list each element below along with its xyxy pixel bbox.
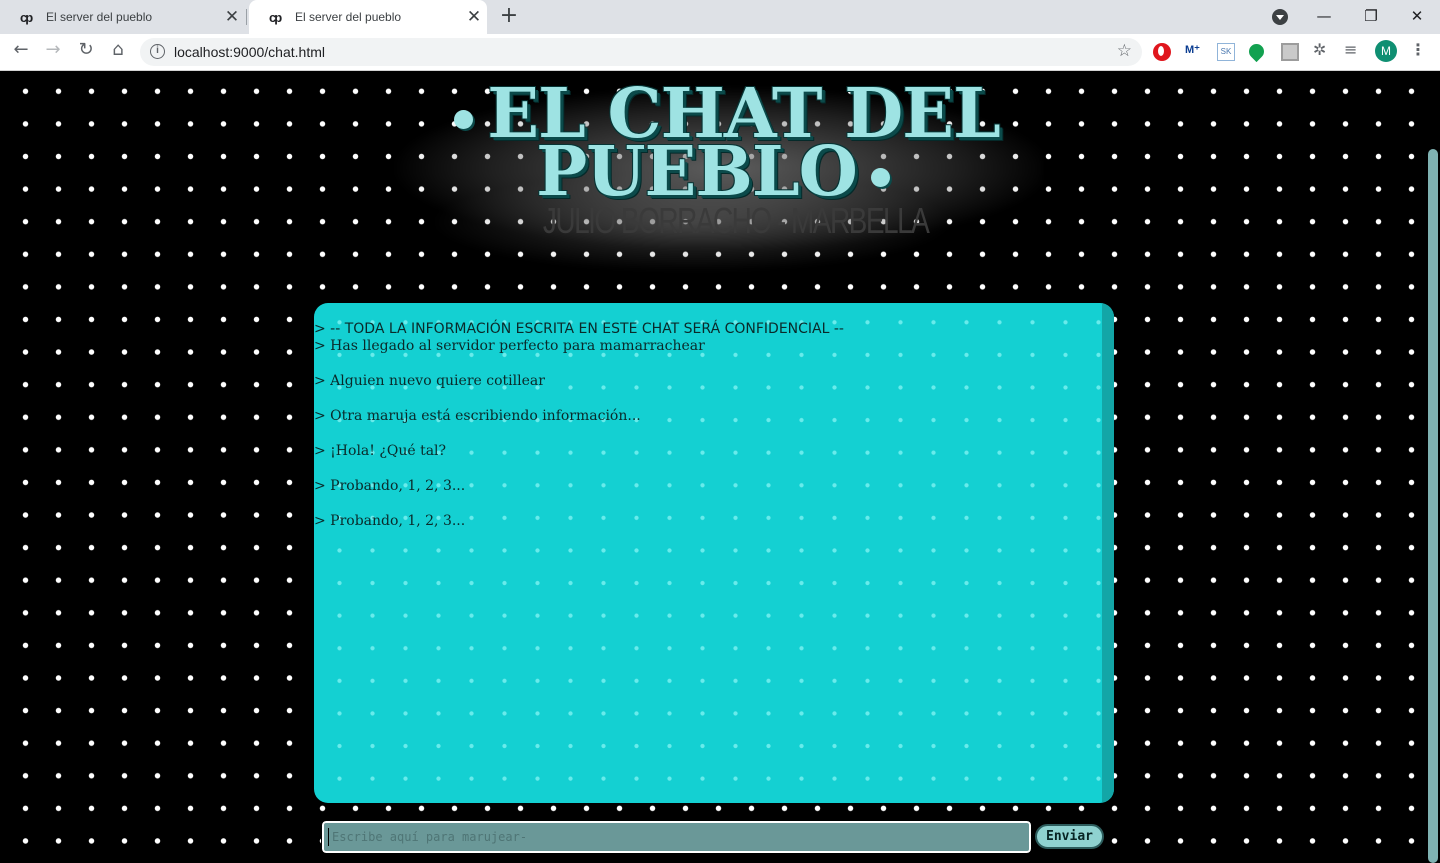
message-list: > -- TODA LA INFORMACIÓN ESCRITA EN ESTE… xyxy=(314,321,1094,531)
extensions-puzzle-icon[interactable]: ✲ xyxy=(1313,40,1331,59)
logo-dot-icon xyxy=(454,110,474,129)
tab-search-icon[interactable] xyxy=(1272,9,1288,25)
home-button[interactable]: ⌂ xyxy=(104,39,132,65)
page-background: EL CHAT DEL PUEBLO JULIO BORRACHO - MARB… xyxy=(0,72,1440,863)
page-scrollbar[interactable] xyxy=(1425,72,1440,863)
url-text[interactable]: localhost:9000/chat.html xyxy=(174,44,325,60)
reading-list-icon[interactable]: ≡ xyxy=(1344,40,1362,59)
message-item: > Probando, 1, 2, 3... xyxy=(314,478,466,494)
mega-extension-icon[interactable]: M⁺ xyxy=(1185,43,1203,61)
text-caret xyxy=(328,828,329,846)
tab-favicon-icon: cp xyxy=(269,9,282,25)
restore-button[interactable]: ❐ xyxy=(1348,3,1394,29)
message-item: > Probando, 1, 2, 3... xyxy=(314,513,466,529)
message-item: > -- TODA LA INFORMACIÓN ESCRITA EN ESTE… xyxy=(314,321,844,337)
address-bar[interactable]: i localhost:9000/chat.html ☆ xyxy=(140,38,1142,66)
message-item: > Alguien nuevo quiere cotillear xyxy=(314,373,545,389)
site-info-icon[interactable]: i xyxy=(150,44,165,59)
sk-extension-icon[interactable]: SK xyxy=(1217,43,1235,61)
tab-divider xyxy=(246,9,247,25)
opera-extension-icon[interactable] xyxy=(1153,43,1171,61)
bookmark-star-icon[interactable]: ☆ xyxy=(1117,41,1132,61)
browser-tab-2-active[interactable]: cp El server del pueblo ✕ xyxy=(249,0,487,34)
chat-messages-panel[interactable]: > -- TODA LA INFORMACIÓN ESCRITA EN ESTE… xyxy=(314,303,1114,803)
message-item: > Otra maruja está escribiendo informaci… xyxy=(314,408,641,424)
tab-strip: cp El server del pueblo ✕ cp El server d… xyxy=(0,0,1440,34)
picture-extension-icon[interactable] xyxy=(1281,43,1299,61)
minimize-button[interactable]: — xyxy=(1301,3,1347,29)
browser-toolbar: ← → ↻ ⌂ i localhost:9000/chat.html ☆ M⁺ … xyxy=(0,34,1440,71)
back-button[interactable]: ← xyxy=(7,39,35,65)
close-tab-icon[interactable]: ✕ xyxy=(219,7,245,27)
forward-button[interactable]: → xyxy=(39,39,67,65)
message-item: > Has llegado al servidor perfecto para … xyxy=(314,338,705,354)
message-input-wrapper xyxy=(321,820,1032,854)
chat-scrollbar[interactable] xyxy=(1102,303,1114,803)
close-tab-icon[interactable]: ✕ xyxy=(461,7,487,27)
message-item: > ¡Hola! ¿Qué tal? xyxy=(314,443,447,459)
tab-title: El server del pueblo xyxy=(46,10,153,24)
browser-menu-icon[interactable]: ⋮ xyxy=(1409,40,1427,64)
browser-tab-1[interactable]: cp El server del pueblo ✕ xyxy=(0,0,245,34)
new-tab-button[interactable]: + xyxy=(497,4,521,30)
send-button[interactable]: Enviar xyxy=(1035,824,1104,849)
tab-title: El server del pueblo xyxy=(295,10,402,24)
green-leaf-extension-icon[interactable] xyxy=(1245,40,1268,63)
logo-dot-icon xyxy=(870,168,890,187)
logo-subtitle: JULIO BORRACHO - MARBELLA xyxy=(542,200,930,241)
tab-favicon-icon: cp xyxy=(20,9,33,25)
reload-button[interactable]: ↻ xyxy=(72,39,100,65)
close-window-button[interactable]: ✕ xyxy=(1394,3,1440,29)
message-input[interactable] xyxy=(324,823,1029,851)
page-scrollbar-thumb[interactable] xyxy=(1428,149,1438,863)
profile-avatar[interactable]: M xyxy=(1375,40,1397,62)
